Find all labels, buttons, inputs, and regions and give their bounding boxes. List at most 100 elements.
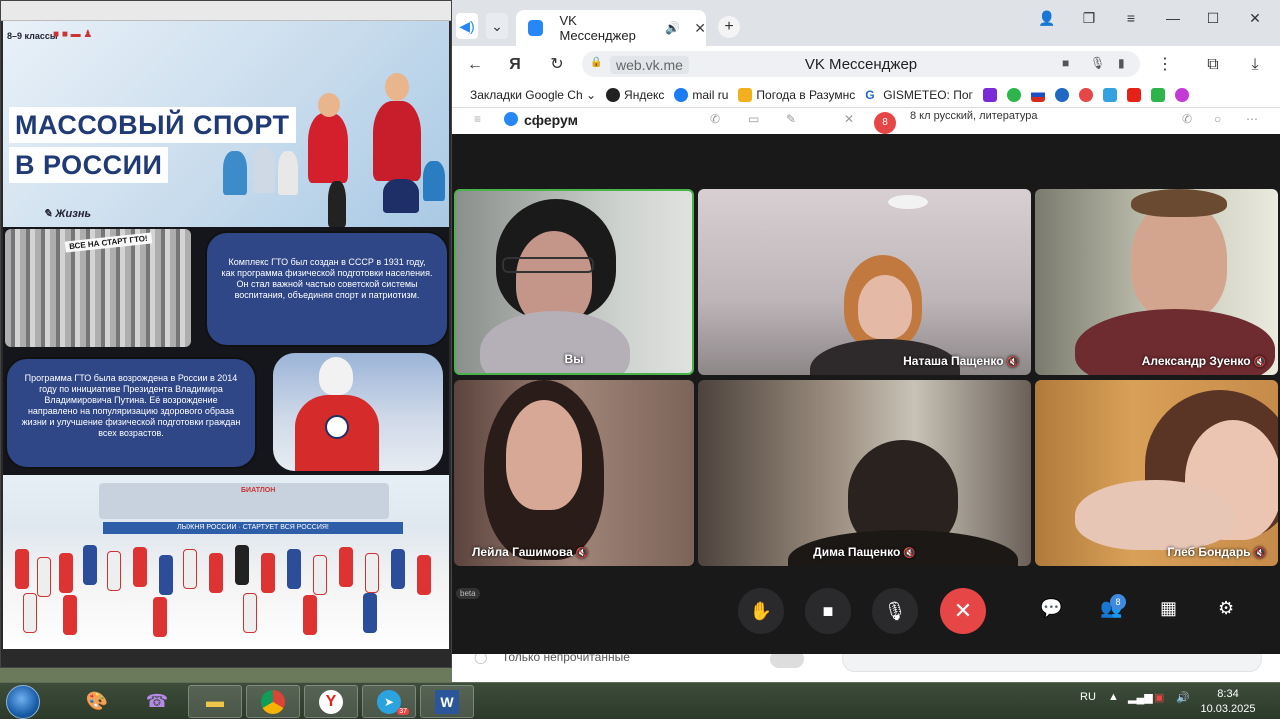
new-tab-button[interactable]: +: [718, 16, 740, 38]
language-indicator[interactable]: RU: [1080, 691, 1096, 703]
menu-icon[interactable]: ≡: [1116, 10, 1146, 26]
bookmark-ext-1[interactable]: [982, 87, 997, 102]
omnibox[interactable]: 🔒 web.vk.me VK Мессенджер ■ 🎙 ▮: [582, 51, 1140, 77]
bookmark-mail[interactable]: mail ru: [674, 87, 729, 102]
signal-icon[interactable]: ▂▄▆: [1128, 691, 1153, 704]
yandex-bookmark-icon: [606, 87, 621, 102]
download-icon[interactable]: ⤓: [1244, 54, 1266, 76]
bookmark-yandex[interactable]: Яндекс: [606, 87, 664, 102]
collections-icon[interactable]: ❐: [1074, 10, 1104, 27]
maximize-button[interactable]: ☐: [1198, 10, 1228, 27]
paint-icon[interactable]: 🎨: [70, 685, 124, 718]
close-chat-icon[interactable]: ✕: [844, 112, 854, 126]
camera-icon[interactable]: ■: [1062, 56, 1069, 70]
archive-icon[interactable]: ▭: [748, 112, 759, 126]
network-icon[interactable]: ▣: [1154, 691, 1164, 704]
participant-tile-leila[interactable]: Лейла Гашимова 🔇: [454, 380, 694, 566]
bookmark-weather[interactable]: Погода в Разумнс: [738, 87, 856, 102]
bookmark-icon[interactable]: ▮: [1118, 56, 1125, 70]
participant-name: Лейла Гашимова 🔇: [472, 545, 589, 559]
raise-hand-button[interactable]: ✋: [738, 588, 784, 634]
gear-icon[interactable]: ⚙: [1218, 598, 1234, 619]
viber-icon[interactable]: ☎: [130, 685, 184, 718]
telegram-badge: 37: [397, 708, 409, 715]
poster-logos: ■ ■ ▬ ♟: [53, 29, 93, 40]
tray-expand-icon[interactable]: ▲: [1108, 691, 1119, 703]
minimize-button[interactable]: —: [1158, 10, 1188, 26]
new-call-icon[interactable]: ✆: [710, 112, 720, 126]
bookmark-gismeteo[interactable]: G GISMETEO: Пог: [865, 87, 973, 102]
participant-tile-gleb[interactable]: Глеб Бондарь 🔇: [1035, 380, 1278, 566]
bookmarks-bar: Закладки Google Ch ⌄ Яндекс mail ru Пого…: [452, 82, 1280, 108]
speaker-icon[interactable]: ◀): [456, 13, 478, 39]
reload-button[interactable]: ↻: [546, 54, 568, 76]
yandex-icon[interactable]: Я: [504, 54, 526, 76]
yandex-browser-icon[interactable]: Y: [304, 685, 358, 718]
sferum-logo-icon: [504, 112, 518, 126]
mic-off-icon: 🔇: [903, 548, 916, 559]
browser-window: ◀) ⌄ VK Мессенджер 🔊 ✕ + 👤 ❐ ≡ — ☐ ✕ ← Я…: [452, 0, 1280, 682]
explorer-icon[interactable]: ▬: [188, 685, 242, 718]
participant-tile-self[interactable]: Вы: [454, 189, 694, 375]
participant-tile-alexander[interactable]: Александр Зуенко 🔇: [1035, 189, 1278, 375]
volume-icon[interactable]: 🔊: [1176, 691, 1190, 704]
poster-title-line1: МАССОВЫЙ СПОРТ: [9, 107, 296, 143]
start-button[interactable]: [6, 685, 40, 719]
taskbar: 🎨 ☎ ▬ Y ➤ 37 W RU ▲ ▂▄▆ ▣ 🔊 8:34 10.03.20…: [0, 682, 1280, 719]
close-tab-icon[interactable]: ✕: [694, 20, 706, 37]
bookmark-ext-8[interactable]: [1174, 87, 1189, 102]
bookmark-google[interactable]: Закладки Google Ch ⌄: [470, 88, 596, 102]
clock[interactable]: 8:34 10.03.2025: [1196, 687, 1260, 717]
bookmark-ext-3[interactable]: [1030, 87, 1045, 102]
participants-badge: 8: [1110, 594, 1126, 610]
mic-toggle-button[interactable]: 🎙: [872, 588, 918, 634]
poster-section-revival: Программа ГТО была возрождена в России в…: [3, 351, 449, 475]
chat-bubble-icon[interactable]: 💬: [1040, 598, 1062, 619]
profile-icon[interactable]: 👤: [1032, 10, 1062, 27]
parade-banner: ВСЕ НА СТАРТ ГТО!: [64, 232, 153, 253]
bookmark-ext-4[interactable]: [1054, 87, 1069, 102]
participant-tile-dima[interactable]: Дима Пащенко 🔇: [698, 380, 1031, 566]
ski-sign: БИАТЛОН: [241, 487, 276, 494]
phone-icon[interactable]: ✆: [1182, 112, 1192, 126]
bookmark-red-icon: [1078, 87, 1093, 102]
poster-brand-text: Жизнь: [55, 208, 91, 220]
bookmark-p-icon: [1150, 87, 1165, 102]
word-icon[interactable]: W: [420, 685, 474, 718]
telegram-icon[interactable]: ➤ 37: [362, 685, 416, 718]
tab-audio-icon[interactable]: 🔊: [665, 21, 680, 35]
bookmark-youtube[interactable]: [1126, 87, 1141, 102]
bookmark-ext-2[interactable]: [1006, 87, 1021, 102]
poster-title-line2: В РОССИИ: [9, 147, 169, 183]
video-call: Вы Наташа Пащенко 🔇 Александр Зуенко 🔇 Лей…: [452, 134, 1280, 654]
microphone-icon: 🎙: [883, 600, 907, 621]
end-call-button[interactable]: ✕: [940, 588, 986, 634]
compose-icon[interactable]: ✎: [786, 112, 796, 126]
chevron-down-icon[interactable]: ⌄: [486, 13, 508, 39]
bookmark-label: mail ru: [692, 87, 729, 102]
back-button[interactable]: ←: [464, 54, 486, 76]
sferum-brand: сферум: [524, 112, 578, 128]
vk-favicon-icon: [528, 20, 544, 36]
layout-grid-icon[interactable]: ▦: [1160, 598, 1177, 619]
extensions-icon[interactable]: ⧉: [1202, 54, 1224, 76]
search-icon[interactable]: ○: [1214, 112, 1221, 126]
mic-icon[interactable]: 🎙: [1090, 56, 1105, 70]
image-viewer-titlebar[interactable]: [1, 1, 451, 21]
bookmark-ext-7[interactable]: [1150, 87, 1165, 102]
poster-classes: 8–9 классы: [7, 31, 58, 41]
camera-toggle-button[interactable]: ■: [805, 588, 851, 634]
image-viewer-window[interactable]: 8–9 классы ■ ■ ▬ ♟ МАССОВЫЙ СПОРТ В РОСС…: [0, 0, 452, 668]
weather-icon: [738, 87, 753, 102]
tab-vk-messenger[interactable]: VK Мессенджер 🔊 ✕: [516, 10, 706, 46]
bookmark-label: Погода в Разумнс: [756, 87, 856, 102]
chrome-icon[interactable]: [246, 685, 300, 718]
hamburger-icon[interactable]: ≡: [474, 112, 481, 126]
bookmark-ext-6[interactable]: [1102, 87, 1117, 102]
chat-menu-icon[interactable]: ⋯: [1246, 112, 1258, 126]
more-icon[interactable]: ⋮: [1154, 54, 1176, 76]
bookmark-ext-5[interactable]: [1078, 87, 1093, 102]
bookmark-pink-icon: [1174, 87, 1189, 102]
close-window-button[interactable]: ✕: [1240, 10, 1270, 27]
participant-tile-natasha[interactable]: Наташа Пащенко 🔇: [698, 189, 1031, 375]
